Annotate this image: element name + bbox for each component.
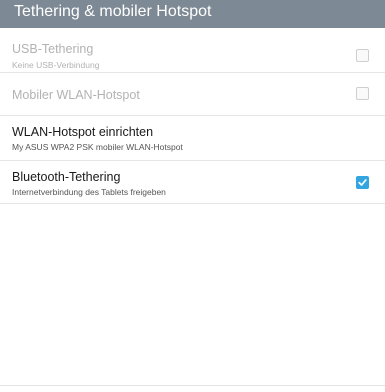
- bluetooth-tethering-checkbox[interactable]: [356, 176, 369, 189]
- checkmark-icon: [358, 179, 367, 186]
- usb-tethering-title: USB-Tethering: [12, 42, 94, 56]
- mobile-hotspot-title: Mobiler WLAN-Hotspot: [12, 88, 140, 102]
- settings-list: USB-Tethering Keine USB-Verbindung Mobil…: [0, 28, 385, 204]
- hotspot-setup-title: WLAN-Hotspot einrichten: [12, 125, 154, 139]
- bluetooth-tethering-summary: Internetverbindung des Tablets freigeben: [12, 187, 166, 197]
- usb-tethering-row[interactable]: USB-Tethering Keine USB-Verbindung: [0, 28, 385, 73]
- bluetooth-tethering-title: Bluetooth-Tethering: [12, 170, 121, 184]
- page-title: Tethering & mobiler Hotspot: [14, 3, 212, 20]
- usb-tethering-summary: Keine USB-Verbindung: [12, 60, 100, 70]
- bluetooth-tethering-row[interactable]: Bluetooth-Tethering Internetverbindung d…: [0, 161, 385, 204]
- mobile-hotspot-row[interactable]: Mobiler WLAN-Hotspot: [0, 73, 385, 116]
- bottom-divider: [0, 385, 385, 386]
- action-bar: Tethering & mobiler Hotspot: [0, 0, 385, 28]
- hotspot-setup-row[interactable]: WLAN-Hotspot einrichten My ASUS WPA2 PSK…: [0, 116, 385, 161]
- mobile-hotspot-checkbox[interactable]: [356, 87, 369, 100]
- usb-tethering-checkbox[interactable]: [356, 49, 369, 62]
- hotspot-setup-summary: My ASUS WPA2 PSK mobiler WLAN-Hotspot: [12, 142, 183, 152]
